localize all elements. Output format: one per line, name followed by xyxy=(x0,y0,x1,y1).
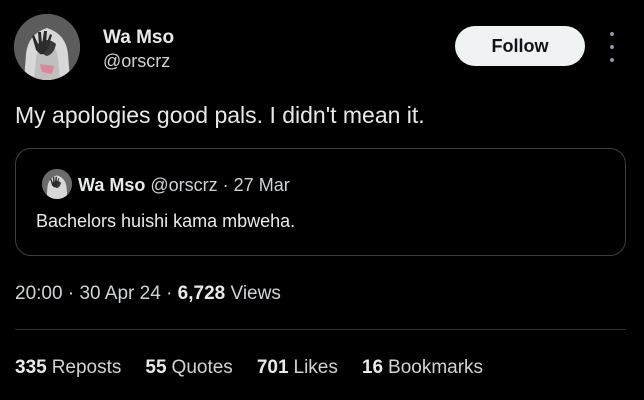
quotes-stat[interactable]: 55 Quotes xyxy=(145,357,232,379)
divider xyxy=(15,329,626,330)
tweet-meta: 20:00 · 30 Apr 24 · 6,728 Views xyxy=(15,283,281,305)
more-options-icon[interactable] xyxy=(604,32,620,62)
likes-count: 701 xyxy=(256,357,289,378)
quoted-author-name[interactable]: Wa Mso xyxy=(78,175,145,195)
dot-icon xyxy=(610,58,614,62)
quotes-count: 55 xyxy=(145,357,167,378)
likes-label: Likes xyxy=(293,357,338,378)
quoted-author-avatar[interactable] xyxy=(42,169,72,199)
engagement-stats: 335 Reposts 55 Quotes 701 Likes 16 Bookmarks xyxy=(15,357,483,379)
quoted-tweet-card[interactable]: Wa Mso @orscrz · 27 Mar Bachelors huishi… xyxy=(15,148,626,256)
quotes-label: Quotes xyxy=(171,357,233,378)
reposts-stat[interactable]: 335 Reposts xyxy=(15,357,121,379)
likes-stat[interactable]: 701 Likes xyxy=(257,357,338,379)
follow-button[interactable]: Follow xyxy=(455,26,585,66)
author-handle[interactable]: @orscrz xyxy=(103,51,170,72)
dot-icon xyxy=(610,32,614,36)
views-count: 6,728 xyxy=(177,283,226,304)
dot-icon xyxy=(610,45,614,49)
separator-dot: · xyxy=(166,283,173,304)
bookmarks-stat[interactable]: 16 Bookmarks xyxy=(362,357,483,379)
bookmarks-count: 16 xyxy=(361,357,384,378)
profile-avatar-icon xyxy=(42,169,72,199)
quoted-author-handle[interactable]: @orscrz xyxy=(150,175,217,195)
views-label: Views xyxy=(230,283,281,304)
tweet-time[interactable]: 20:00 xyxy=(15,283,63,304)
bookmarks-label: Bookmarks xyxy=(388,357,484,378)
quoted-tweet-text: Bachelors huishi kama mbweha. xyxy=(36,211,296,231)
author-avatar[interactable] xyxy=(14,14,80,80)
separator-dot: · xyxy=(67,283,75,304)
reposts-count: 335 xyxy=(15,357,47,378)
author-name[interactable]: Wa Mso xyxy=(103,27,174,49)
quoted-header: Wa Mso @orscrz · 27 Mar xyxy=(78,175,290,196)
tweet-date[interactable]: 30 Apr 24 xyxy=(79,283,160,304)
separator-dot: · xyxy=(222,175,229,195)
profile-avatar-icon xyxy=(14,14,80,80)
reposts-label: Reposts xyxy=(51,357,122,378)
quoted-date[interactable]: 27 Mar xyxy=(234,175,290,195)
tweet-text: My apologies good pals. I didn't mean it… xyxy=(15,102,425,128)
